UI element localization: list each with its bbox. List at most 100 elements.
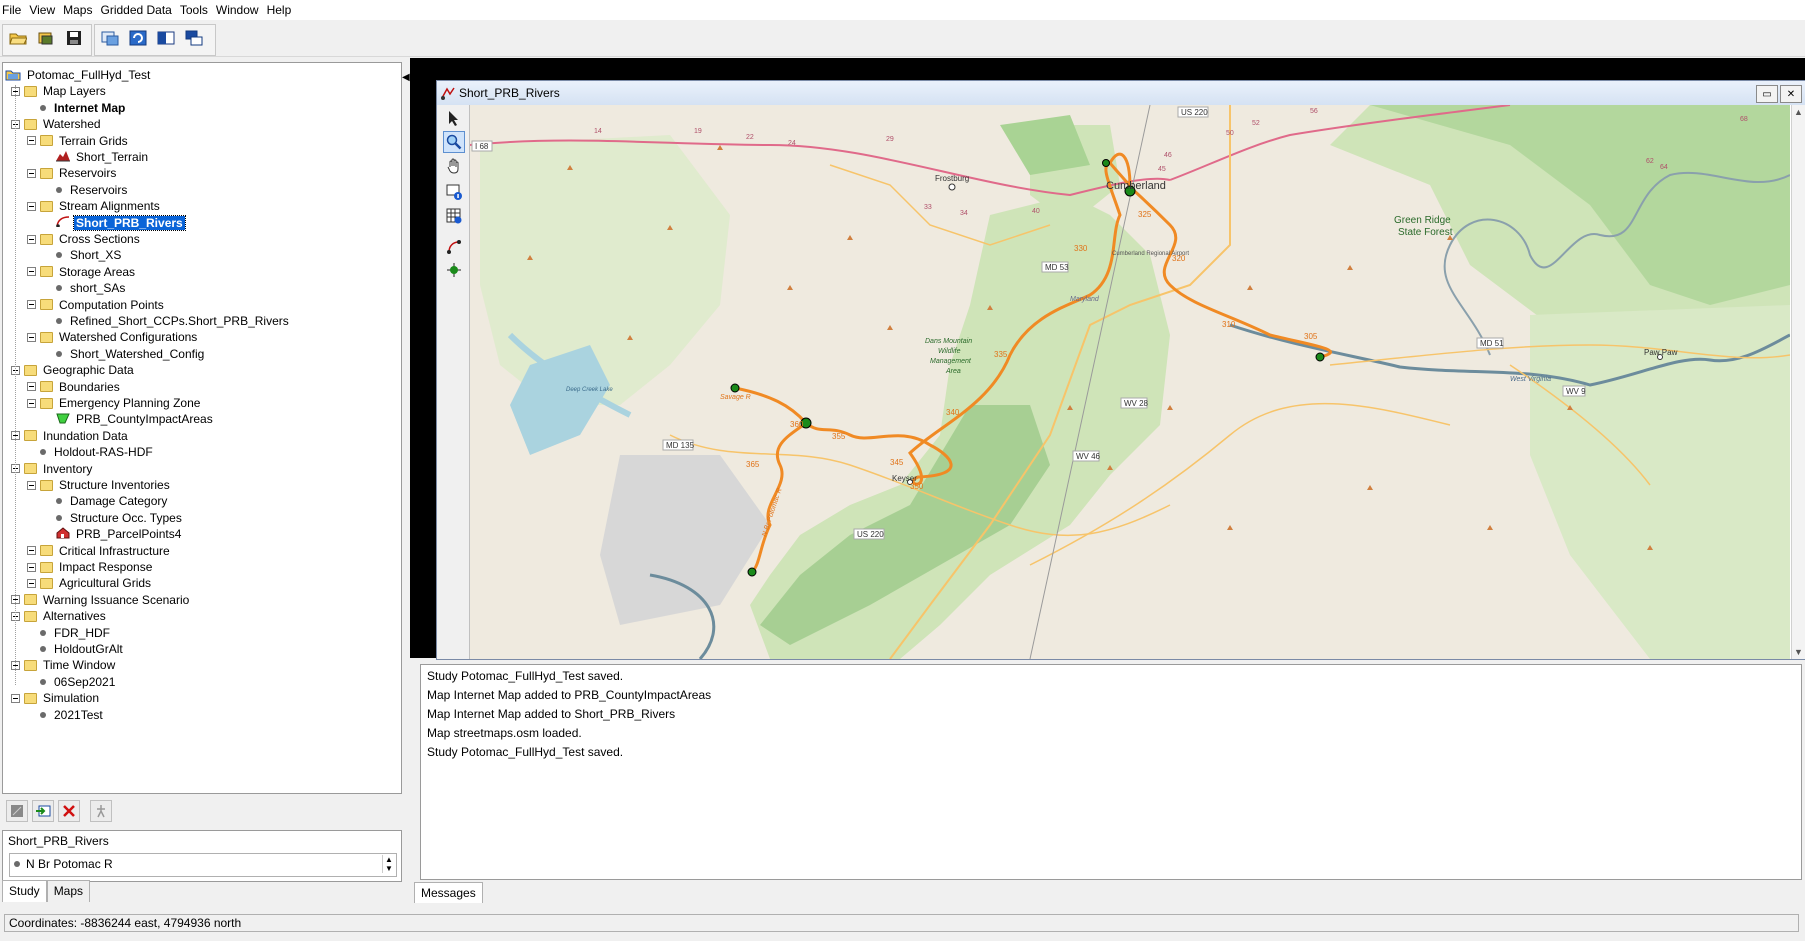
- collapse-icon[interactable]: [27, 234, 36, 244]
- tab-study[interactable]: Study: [2, 880, 47, 902]
- list-scroll-buttons[interactable]: ▲ ▼: [382, 855, 395, 873]
- tree-node[interactable]: Damage Category: [43, 493, 169, 509]
- tree-node-label: Storage Areas: [59, 264, 136, 279]
- tree-node[interactable]: Potomac_FullHyd_Test: [5, 67, 152, 83]
- tree-node[interactable]: Inventory: [11, 461, 94, 477]
- tree-node[interactable]: Simulation: [11, 690, 101, 706]
- forest-patch: [1000, 115, 1090, 175]
- tree-node[interactable]: Short_Terrain: [43, 149, 150, 165]
- import-icon[interactable]: [32, 800, 54, 822]
- zoom-icon[interactable]: [443, 131, 465, 153]
- map-vertical-scrollbar[interactable]: ▲ ▼: [1791, 105, 1805, 659]
- menu-view[interactable]: View: [27, 3, 61, 17]
- edit-icon[interactable]: [6, 800, 28, 822]
- tree-node[interactable]: 06Sep2021: [27, 674, 117, 690]
- tree-node[interactable]: Watershed Configurations: [27, 329, 199, 345]
- delete-icon[interactable]: [58, 800, 80, 822]
- collapse-icon[interactable]: [27, 300, 36, 310]
- collapse-arrow-icon[interactable]: ◀: [402, 66, 410, 90]
- collapse-icon[interactable]: [27, 136, 36, 146]
- tab-messages[interactable]: Messages: [414, 882, 483, 903]
- collapse-icon[interactable]: [27, 168, 36, 178]
- tree-node[interactable]: Reservoirs: [27, 165, 118, 181]
- run-icon[interactable]: [90, 800, 112, 822]
- tree-node[interactable]: Agricultural Grids: [27, 575, 153, 591]
- stream-edit-icon[interactable]: [443, 235, 465, 257]
- tree-node[interactable]: PRB_CountyImpactAreas: [43, 411, 215, 427]
- tree-node[interactable]: short_SAs: [43, 280, 127, 296]
- tree-node[interactable]: Critical Infrastructure: [27, 543, 172, 559]
- collapse-icon[interactable]: [27, 562, 36, 572]
- collapse-icon[interactable]: [11, 693, 20, 703]
- tree-node[interactable]: Short_Watershed_Config: [43, 346, 206, 362]
- node-paw-paw[interactable]: [1315, 352, 1325, 362]
- pan-hand-icon[interactable]: [443, 155, 465, 177]
- menu-gridded-data[interactable]: Gridded Data: [98, 3, 177, 17]
- feature-list-item[interactable]: N Br Potomac R: [14, 857, 113, 871]
- tree-node[interactable]: Map Layers: [11, 83, 108, 99]
- feature-list[interactable]: N Br Potomac R ▲ ▼: [9, 853, 397, 877]
- tree-node[interactable]: Impact Response: [27, 559, 154, 575]
- collapse-icon[interactable]: [27, 267, 36, 277]
- save-icon[interactable]: [62, 26, 86, 50]
- restore-button[interactable]: ▭: [1756, 85, 1778, 103]
- map-canvas[interactable]: I 68 US 220 MD 53 MD 135 MD 51 WV 28 WV …: [470, 105, 1790, 659]
- tree-node[interactable]: Short_PRB_Rivers: [43, 214, 186, 231]
- node-wills-creek[interactable]: [1102, 159, 1110, 167]
- open-study-icon[interactable]: [34, 26, 58, 50]
- node-nbr-upstream[interactable]: [747, 567, 757, 577]
- attribute-table-icon[interactable]: [443, 205, 465, 227]
- tree-node[interactable]: FDR_HDF: [27, 625, 112, 641]
- scroll-up-icon[interactable]: ▲: [1794, 107, 1803, 117]
- collapse-icon[interactable]: [27, 480, 36, 490]
- svg-text:Cumberland: Cumberland: [1106, 180, 1166, 192]
- tree-node[interactable]: Structure Inventories: [27, 477, 172, 493]
- tree-node[interactable]: Internet Map: [27, 100, 127, 116]
- tree-node[interactable]: Boundaries: [27, 379, 122, 395]
- tree-node[interactable]: Holdout-RAS-HDF: [27, 444, 155, 460]
- select-arrow-icon[interactable]: [443, 107, 465, 129]
- tree-node[interactable]: Refined_Short_CCPs.Short_PRB_Rivers: [43, 313, 291, 329]
- scroll-down-icon[interactable]: ▼: [1794, 647, 1803, 657]
- tree-node[interactable]: Computation Points: [27, 297, 166, 313]
- tree-node[interactable]: Geographic Data: [11, 362, 136, 378]
- bullet-icon: [56, 186, 62, 193]
- node-savage-upstream[interactable]: [730, 383, 740, 393]
- collapse-icon[interactable]: [27, 201, 36, 211]
- menu-file[interactable]: File: [0, 3, 27, 17]
- collapse-icon[interactable]: [27, 398, 36, 408]
- tree-node[interactable]: Structure Occ. Types: [43, 510, 184, 526]
- collapse-icon[interactable]: [27, 332, 36, 342]
- tree-node[interactable]: 2021Test: [27, 707, 105, 723]
- open-folder-icon[interactable]: [6, 26, 30, 50]
- refresh-map-icon[interactable]: [126, 26, 150, 50]
- cascade-windows-icon[interactable]: [182, 26, 206, 50]
- tree-node[interactable]: Time Window: [11, 657, 117, 673]
- tree-node[interactable]: Cross Sections: [27, 231, 142, 247]
- layer-manager-icon[interactable]: [98, 26, 122, 50]
- identify-icon[interactable]: [443, 181, 465, 203]
- tree-node[interactable]: Stream Alignments: [27, 198, 162, 214]
- menu-help[interactable]: Help: [265, 3, 298, 17]
- tree-node[interactable]: Inundation Data: [11, 428, 130, 444]
- menu-window[interactable]: Window: [214, 3, 265, 17]
- collapse-icon[interactable]: [27, 382, 36, 392]
- point-edit-icon[interactable]: [443, 259, 465, 281]
- tile-windows-icon[interactable]: [154, 26, 178, 50]
- tree-node[interactable]: Watershed: [11, 116, 103, 132]
- tree-node[interactable]: Warning Issuance Scenario: [11, 592, 191, 608]
- menu-tools[interactable]: Tools: [178, 3, 214, 17]
- tree-node[interactable]: Terrain Grids: [27, 133, 130, 149]
- tree-node[interactable]: Storage Areas: [27, 264, 137, 280]
- tree-node[interactable]: Alternatives: [11, 608, 108, 624]
- tree-node[interactable]: HoldoutGrAlt: [27, 641, 125, 657]
- tree-node[interactable]: Reservoirs: [43, 182, 129, 198]
- collapse-icon[interactable]: [27, 546, 36, 556]
- tree-node[interactable]: PRB_ParcelPoints4: [43, 526, 183, 542]
- collapse-icon[interactable]: [27, 578, 36, 588]
- menu-maps[interactable]: Maps: [61, 3, 98, 17]
- tree-node[interactable]: Emergency Planning Zone: [27, 395, 202, 411]
- tree-node[interactable]: Short_XS: [43, 247, 123, 263]
- tab-maps[interactable]: Maps: [46, 880, 91, 902]
- close-button[interactable]: ✕: [1780, 85, 1802, 103]
